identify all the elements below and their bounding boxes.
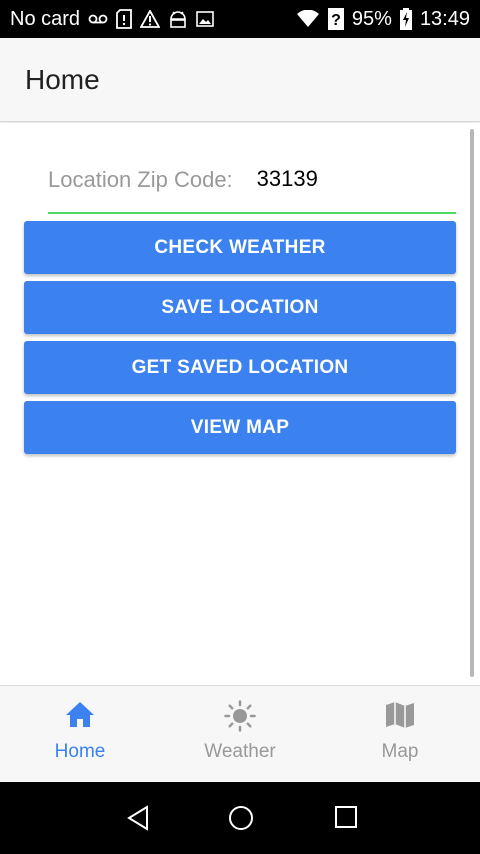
page-title: Home	[25, 63, 100, 95]
home-circle-icon[interactable]	[228, 805, 254, 836]
map-icon	[385, 700, 415, 735]
sun-icon	[224, 700, 256, 737]
tab-home-label: Home	[54, 741, 106, 762]
image-icon	[196, 11, 214, 27]
battery-percent: 95%	[351, 7, 392, 30]
tab-weather-label: Weather	[204, 741, 276, 762]
clock: 13:49	[419, 7, 470, 30]
save-location-button[interactable]: SAVE LOCATION	[24, 281, 456, 334]
view-map-button[interactable]: VIEW MAP	[24, 401, 456, 454]
status-right: ? 95% 13:49	[296, 8, 470, 31]
get-saved-location-button[interactable]: GET SAVED LOCATION	[24, 341, 456, 394]
tab-map[interactable]: Map	[320, 686, 480, 783]
battery-charging-icon	[399, 8, 412, 30]
app-header: Home	[0, 38, 480, 122]
recents-icon[interactable]	[334, 805, 358, 834]
warning-icon	[140, 10, 161, 28]
sim-alert-icon	[116, 9, 132, 29]
status-bar: No card ? 95% 13:49	[0, 0, 480, 38]
zip-code-label: Location Zip Code:	[48, 167, 233, 192]
tab-map-label: Map	[381, 741, 419, 762]
carrier-text: No card	[10, 7, 81, 30]
tab-weather[interactable]: Weather	[160, 686, 320, 783]
check-weather-button[interactable]: CHECK WEATHER	[24, 221, 456, 274]
unknown-signal-icon: ?	[327, 8, 344, 30]
voicemail-icon	[88, 13, 108, 25]
wifi-icon	[296, 10, 320, 28]
zip-code-input[interactable]	[256, 166, 417, 192]
android-icon	[168, 10, 188, 28]
home-icon	[65, 700, 95, 733]
scrollbar[interactable]	[470, 129, 474, 677]
back-icon[interactable]	[126, 805, 150, 836]
main-content[interactable]: Location Zip Code: CHECK WEATHER SAVE LO…	[0, 123, 480, 685]
zip-code-field: Location Zip Code:	[48, 151, 456, 214]
svg-text:?: ?	[331, 12, 341, 29]
system-nav-bar	[0, 782, 480, 854]
status-left: No card	[10, 8, 214, 31]
tab-home[interactable]: Home	[0, 686, 160, 783]
tab-bar: Home Weather Map	[0, 685, 480, 783]
